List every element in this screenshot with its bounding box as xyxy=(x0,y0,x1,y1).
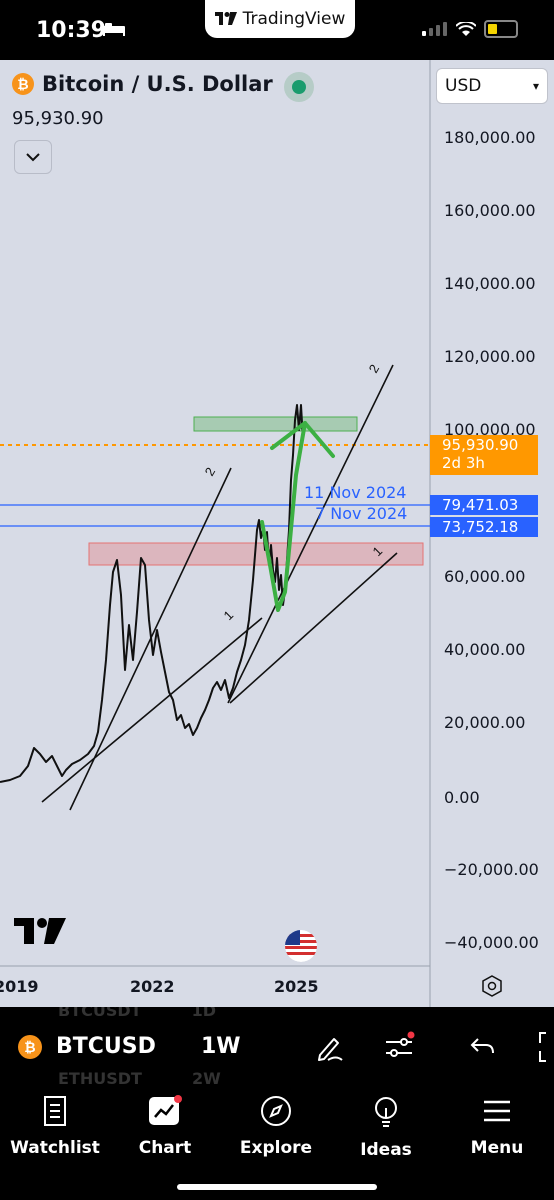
wave-label-1a: 1 xyxy=(221,607,237,623)
wifi-icon xyxy=(456,21,476,36)
chart-icon xyxy=(149,1095,182,1125)
status-time: 10:39 xyxy=(36,18,107,43)
market-status-indicator[interactable] xyxy=(284,72,314,102)
price-tag-79471: 79,471.03 xyxy=(430,495,538,515)
signal-icon xyxy=(422,22,447,36)
symbol-header[interactable]: ₿ Bitcoin / U.S. Dollar xyxy=(12,72,273,96)
current-price-value: 95,930.90 xyxy=(442,436,519,454)
ghost-symbol: ETHUSDT xyxy=(58,1069,142,1085)
undo-icon[interactable] xyxy=(468,1031,498,1061)
ghost-symbol-row: ETHUSDT 2W xyxy=(58,1069,221,1085)
wave-label-2a: 2 xyxy=(202,465,219,479)
nav-chart[interactable]: Chart xyxy=(115,1095,215,1158)
tradingview-badge-label: TradingView xyxy=(242,9,346,29)
wave-label-2b: 2 xyxy=(366,362,383,376)
collapse-legend-button[interactable] xyxy=(14,140,52,174)
chart-toolbar: BTCUSDT 1D ETHUSDT 2W ₿ BTCUSD 1W xyxy=(0,1007,554,1085)
ghost-symbol: BTCUSDT xyxy=(58,1007,142,1020)
chart-area[interactable]: 2 1 2 1 ₿ Bitcoin / U.S. Dollar 95,930.9… xyxy=(0,60,554,1007)
nav-watchlist[interactable]: Watchlist xyxy=(5,1095,105,1158)
nav-ideas[interactable]: Ideas xyxy=(336,1095,436,1160)
ghost-symbol-row: BTCUSDT 1D xyxy=(58,1007,216,1020)
y-tick-label: 160,000.00 xyxy=(444,201,536,220)
live-dot-icon xyxy=(292,80,306,94)
ghost-interval: 2W xyxy=(191,1069,221,1085)
bitcoin-icon: ₿ xyxy=(12,73,34,95)
fullscreen-icon[interactable] xyxy=(536,1031,554,1063)
settings-hexagon-icon[interactable] xyxy=(480,974,504,998)
price-series xyxy=(0,404,304,783)
y-tick-label: 60,000.00 xyxy=(444,567,526,586)
watchlist-icon xyxy=(44,1096,66,1126)
tradingview-badge[interactable]: TradingView xyxy=(205,0,355,38)
bar-countdown: 2d 3h xyxy=(442,454,485,472)
status-indicators xyxy=(422,20,518,38)
y-tick-label: 180,000.00 xyxy=(444,128,536,147)
y-tick-label: 40,000.00 xyxy=(444,640,526,659)
y-tick-label: −20,000.00 xyxy=(444,860,539,879)
price-tag-73752: 73,752.18 xyxy=(430,517,538,537)
symbol-title[interactable]: Bitcoin / U.S. Dollar xyxy=(42,72,273,96)
interval-selector[interactable]: 1W xyxy=(201,1034,241,1059)
currency-select[interactable]: USD ▾ xyxy=(436,68,548,104)
symbol-price: 95,930.90 xyxy=(12,108,104,129)
nav-label: Menu xyxy=(470,1138,524,1158)
nav-label: Explore xyxy=(239,1138,313,1158)
line-label-7-nov: 7 Nov 2024 xyxy=(315,504,408,523)
y-tick-label: 20,000.00 xyxy=(444,713,526,732)
nav-label: Watchlist xyxy=(10,1138,100,1158)
home-indicator[interactable] xyxy=(177,1184,377,1190)
bottom-navigation: Watchlist Chart Explore Ideas Menu xyxy=(0,1085,554,1200)
line-label-11-nov: 11 Nov 2024 xyxy=(304,483,407,502)
nav-label: Chart xyxy=(138,1138,192,1158)
pen-drawing-icon[interactable] xyxy=(314,1031,346,1063)
y-tick-label: −40,000.00 xyxy=(444,933,539,952)
compass-icon xyxy=(261,1096,291,1126)
green-arrow xyxy=(260,421,307,612)
nav-menu[interactable]: Menu xyxy=(447,1095,547,1158)
y-tick-label: 120,000.00 xyxy=(444,347,536,366)
indicators-icon[interactable] xyxy=(382,1031,416,1063)
us-flag-icon[interactable] xyxy=(285,930,317,962)
resistance-zone xyxy=(193,416,358,432)
x-tick-label: 2025 xyxy=(274,977,319,996)
trendline-3 xyxy=(227,364,394,704)
x-tick-label: 2019 xyxy=(0,977,39,996)
bitcoin-icon: ₿ xyxy=(18,1035,42,1059)
trendline-4 xyxy=(229,552,398,704)
symbol-selector[interactable]: BTCUSD xyxy=(56,1034,156,1059)
current-price-tag: 95,930.90 2d 3h xyxy=(430,435,538,475)
tradingview-watermark-icon xyxy=(14,918,66,944)
nav-label: Ideas xyxy=(360,1140,412,1160)
chevron-down-icon xyxy=(26,153,40,162)
nav-explore[interactable]: Explore xyxy=(226,1095,326,1158)
ghost-interval: 1D xyxy=(191,1007,216,1020)
chevron-down-icon: ▾ xyxy=(532,79,539,93)
battery-icon xyxy=(484,20,518,38)
lightbulb-icon xyxy=(375,1097,397,1127)
status-bar: 10:39 TradingView xyxy=(0,0,554,60)
x-tick-label: 2022 xyxy=(130,977,175,996)
menu-icon xyxy=(484,1100,510,1122)
tradingview-logo-icon xyxy=(214,12,237,25)
bed-icon xyxy=(103,23,125,36)
y-tick-label: 140,000.00 xyxy=(444,274,536,293)
currency-value: USD xyxy=(445,76,482,96)
y-tick-label: 0.00 xyxy=(444,788,480,807)
